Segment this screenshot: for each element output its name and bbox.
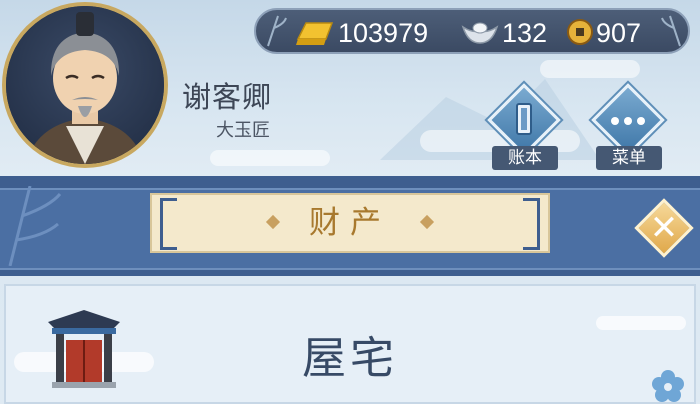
more-dots-icon bbox=[611, 117, 645, 125]
cloud-decoration bbox=[596, 316, 686, 330]
bamboo-icon bbox=[267, 15, 287, 47]
copper-amount: 907 bbox=[596, 18, 642, 48]
property-panel[interactable]: 屋宅 bbox=[4, 284, 696, 404]
gold-amount: 103979 bbox=[338, 18, 429, 48]
ledger-label: 账本 bbox=[492, 146, 558, 170]
player-avatar[interactable] bbox=[2, 2, 168, 168]
player-rank-title: 大玉匠 bbox=[216, 120, 270, 141]
menu-button[interactable]: 菜单 bbox=[590, 83, 670, 170]
currency-bar: 103979 132 907 bbox=[254, 8, 690, 54]
silver-amount: 132 bbox=[502, 18, 548, 48]
house-gate-icon bbox=[48, 310, 120, 388]
section-title: 财产 bbox=[309, 205, 391, 241]
section-title-plate: 财产 bbox=[150, 193, 550, 253]
ledger-book-icon bbox=[516, 103, 532, 135]
cloud-decoration bbox=[540, 60, 640, 78]
ledger-button[interactable]: 账本 bbox=[486, 83, 566, 170]
bamboo-leaves-icon bbox=[8, 186, 62, 266]
copper-coin-icon bbox=[567, 19, 593, 45]
flower-ornament-icon bbox=[652, 370, 684, 402]
player-name: 谢客卿 bbox=[182, 80, 273, 114]
close-icon: ✕ bbox=[649, 208, 679, 248]
menu-label: 菜单 bbox=[596, 146, 662, 170]
gold-bar-icon bbox=[296, 22, 334, 45]
cloud-decoration bbox=[210, 150, 330, 166]
property-name: 屋宅 bbox=[302, 333, 398, 384]
bamboo-icon bbox=[661, 15, 681, 47]
elder-portrait-icon bbox=[26, 12, 144, 164]
silver-ingot-icon bbox=[461, 22, 499, 44]
close-button[interactable]: ✕ bbox=[634, 198, 694, 258]
